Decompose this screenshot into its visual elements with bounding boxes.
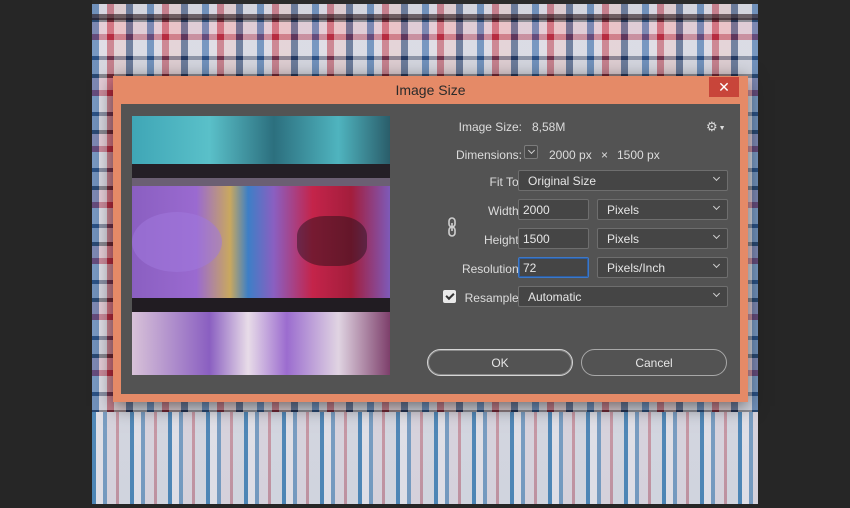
- resample-select[interactable]: Automatic: [518, 286, 728, 307]
- image-size-label: Image Size:: [458, 120, 522, 134]
- resolution-unit-value: Pixels/Inch: [607, 260, 666, 275]
- dimensions-label: Dimensions:: [455, 148, 522, 162]
- chevron-down-icon: [712, 231, 721, 240]
- dimensions-unit-dropdown[interactable]: [524, 145, 538, 159]
- chevron-down-icon: [712, 202, 721, 211]
- image-size-value: 8,58M: [532, 120, 566, 134]
- dialog-titlebar[interactable]: Image Size ✕: [113, 76, 748, 104]
- resolution-label: Resolution:: [461, 262, 522, 276]
- width-label: Width:: [487, 204, 522, 218]
- ok-button[interactable]: OK: [427, 349, 573, 376]
- height-unit-select[interactable]: Pixels: [597, 228, 728, 249]
- height-input[interactable]: 1500: [518, 228, 589, 249]
- width-input[interactable]: 2000: [518, 199, 589, 220]
- canvas-artwork-bottom: [92, 412, 758, 504]
- close-button[interactable]: ✕: [709, 77, 739, 97]
- chevron-down-icon: [527, 146, 535, 155]
- ok-button-label: OK: [491, 355, 509, 370]
- resolution-unit-select[interactable]: Pixels/Inch: [597, 257, 728, 278]
- height-label: Height:: [483, 233, 522, 247]
- dimensions-times: ×: [601, 148, 609, 162]
- chevron-down-icon: [712, 260, 721, 269]
- caret-down-icon: ▼: [718, 125, 726, 132]
- fit-to-label: Fit To:: [489, 175, 522, 189]
- dimensions-height-value: 1500 px: [617, 148, 660, 162]
- cancel-button-label: Cancel: [635, 355, 673, 370]
- image-preview[interactable]: [132, 116, 390, 375]
- resample-value: Automatic: [528, 289, 582, 304]
- resample-label: Resample:: [464, 291, 522, 305]
- dimensions-width-value: 2000 px: [549, 148, 592, 162]
- dialog-title: Image Size: [395, 82, 466, 98]
- image-size-dialog: Image Size ✕ Image Size: 8,58M ⚙ ▼ Dimens…: [113, 76, 748, 402]
- settings-menu-button[interactable]: ⚙ ▼: [706, 119, 726, 134]
- resolution-value: 72: [523, 260, 537, 275]
- height-unit-value: Pixels: [607, 231, 640, 246]
- gear-icon: ⚙: [706, 119, 718, 134]
- close-icon: ✕: [718, 79, 730, 95]
- width-value: 2000: [523, 202, 550, 217]
- chevron-down-icon: [712, 289, 721, 298]
- fit-to-value: Original Size: [528, 173, 597, 188]
- width-unit-select[interactable]: Pixels: [597, 199, 728, 220]
- height-value: 1500: [523, 231, 550, 246]
- cancel-button[interactable]: Cancel: [581, 349, 727, 376]
- fit-to-select[interactable]: Original Size: [518, 170, 728, 191]
- dialog-body: Image Size: 8,58M ⚙ ▼ Dimensions: 2000 px…: [121, 104, 740, 394]
- chevron-down-icon: [712, 173, 721, 182]
- width-unit-value: Pixels: [607, 202, 640, 217]
- resolution-input[interactable]: 72: [518, 257, 589, 278]
